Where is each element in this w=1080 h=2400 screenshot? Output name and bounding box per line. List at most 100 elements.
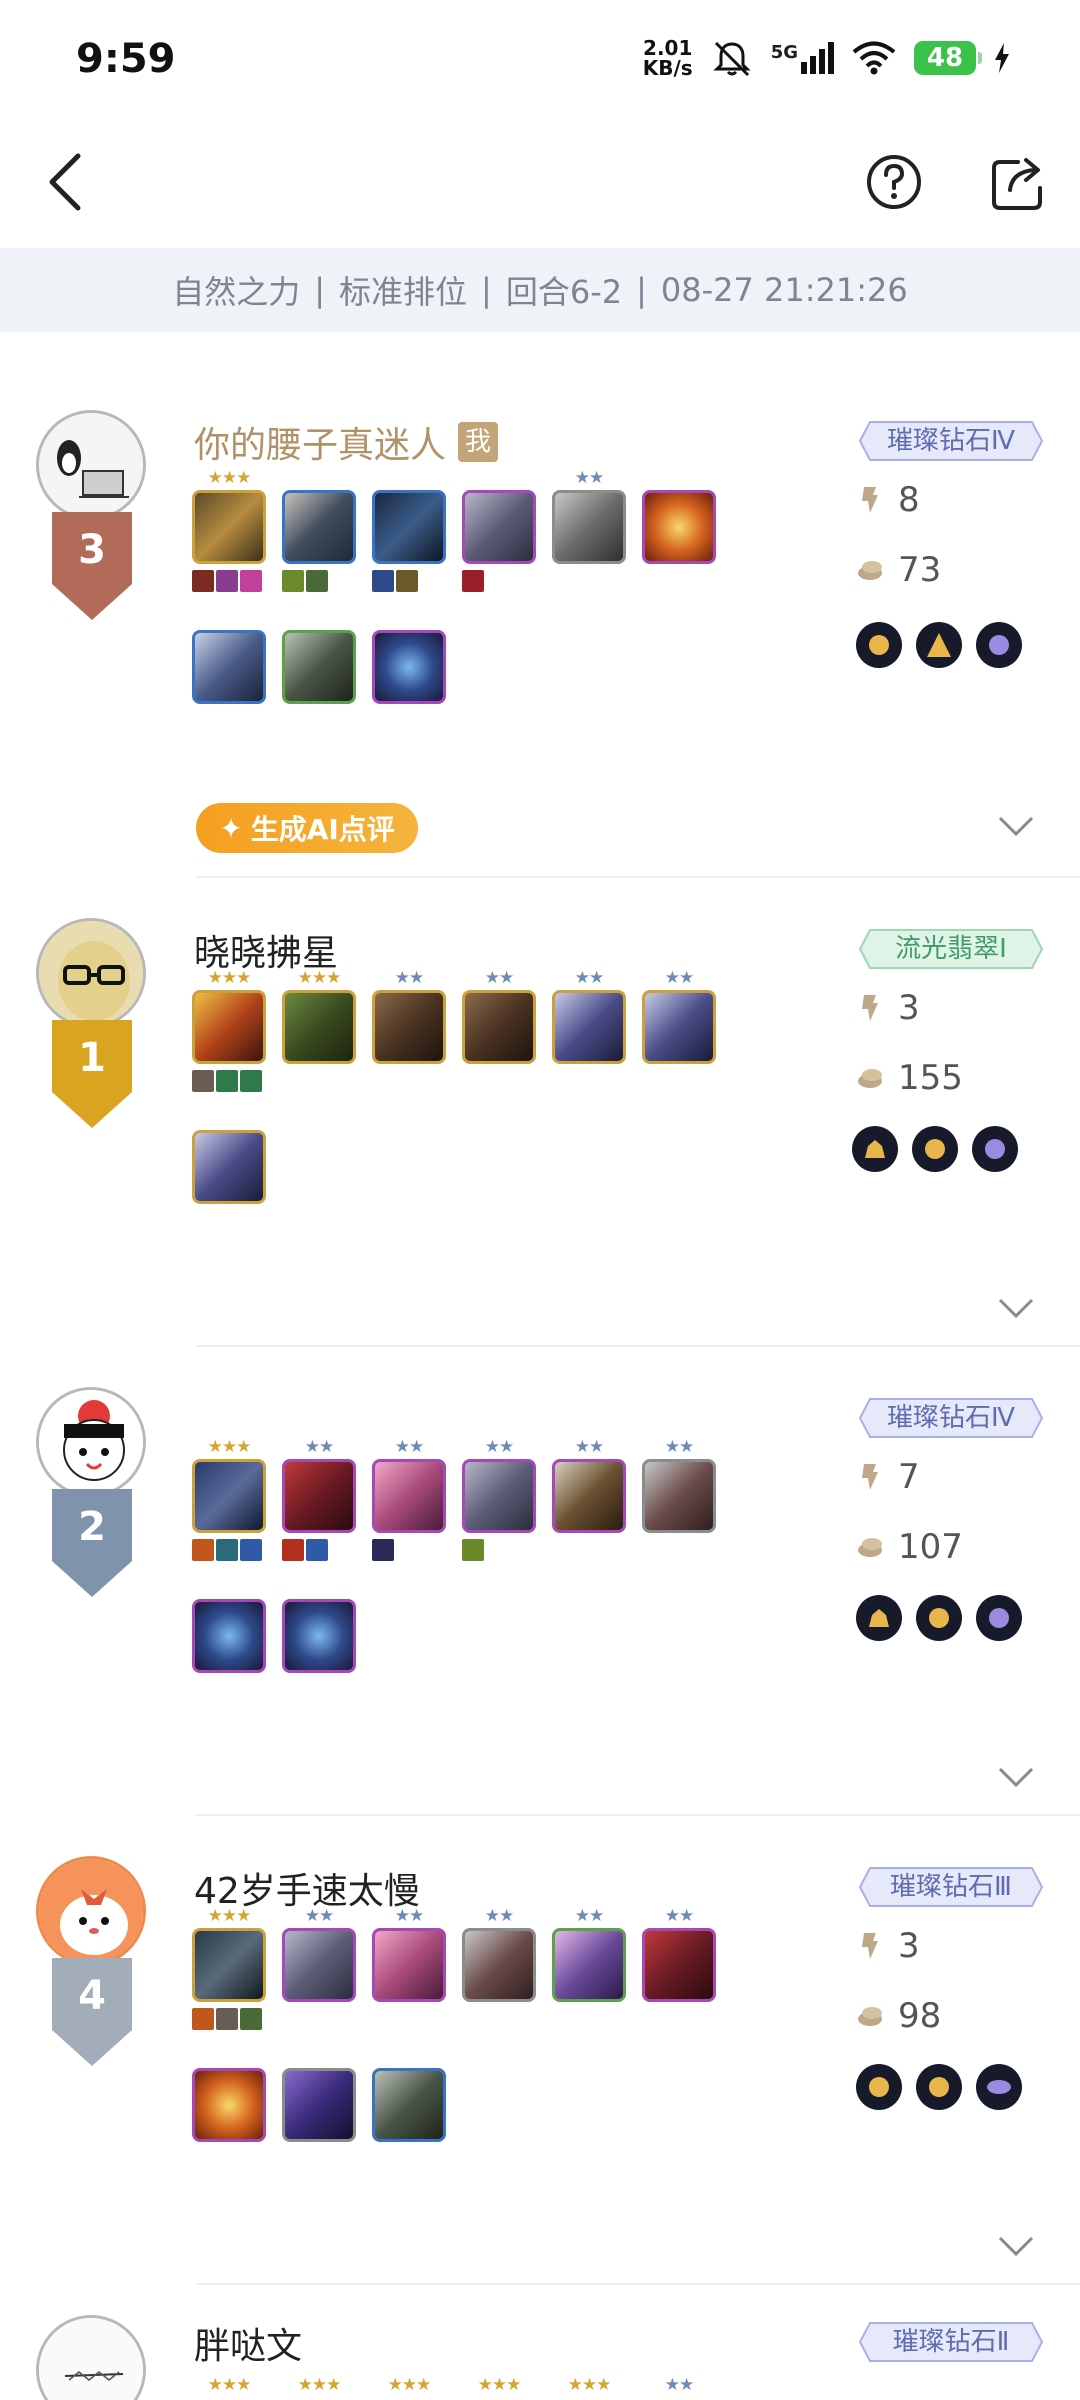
item-icon[interactable] <box>282 1539 304 1561</box>
augment-icon[interactable] <box>852 1126 898 1172</box>
augment-icon[interactable] <box>916 622 962 668</box>
level-value: 3 <box>898 988 920 1028</box>
augment-icon[interactable] <box>912 1126 958 1172</box>
status-bar: 9:59 2.01 KB/s 5G 48 <box>0 0 1080 120</box>
star-level-icon: ★★ <box>574 1906 604 1926</box>
tier-label: 璀璨钻石Ⅱ <box>892 2327 1010 2357</box>
augment-icon[interactable] <box>916 1595 962 1641</box>
item-list <box>462 570 484 592</box>
divider <box>196 876 1080 878</box>
item-icon[interactable] <box>372 570 394 592</box>
item-icon[interactable] <box>306 1539 328 1561</box>
player-card[interactable]: 3 你的腰子真迷人 我 璀璨钻石Ⅳ 8 73 ★★★ ★★ <box>0 372 1080 840</box>
match-time: 08-27 21:21:26 <box>660 271 908 309</box>
item-icon[interactable] <box>282 570 304 592</box>
item-list <box>282 1539 328 1561</box>
gold-stat: 98 <box>856 1996 941 2036</box>
placement-number: 3 <box>78 527 106 573</box>
item-icon[interactable] <box>462 1539 484 1561</box>
level-icon <box>862 995 878 1021</box>
battery-level: 48 <box>926 43 964 73</box>
tier-label: 璀璨钻石Ⅳ <box>887 426 1015 456</box>
network-type: 5G <box>770 42 798 63</box>
augment-icon[interactable] <box>976 1595 1022 1641</box>
ai-review-label: 生成AI点评 <box>250 813 395 846</box>
avatar <box>36 918 146 1028</box>
player-name-row: 你的腰子真迷人 我 <box>194 416 499 468</box>
item-icon[interactable] <box>240 1539 262 1561</box>
help-icon[interactable] <box>864 150 924 214</box>
champion-portrait <box>282 490 356 564</box>
augment-icon[interactable] <box>856 2064 902 2110</box>
item-icon[interactable] <box>462 570 484 592</box>
back-icon[interactable] <box>40 150 100 214</box>
champion-portrait <box>462 1459 536 1533</box>
player-card[interactable]: 2 璀璨钻石Ⅳ 7 107 ★★★ ★★ ★★ ★★ ★★ ★★ <box>0 1349 1080 1817</box>
augments <box>856 2064 1022 2110</box>
avatar <box>36 1387 146 1497</box>
augments <box>856 1595 1022 1641</box>
share-icon[interactable] <box>988 150 1048 214</box>
avatar <box>36 2315 146 2400</box>
augment-icon[interactable] <box>976 2064 1022 2110</box>
item-icon[interactable] <box>240 2008 262 2030</box>
player-name: 你的腰子真迷人 <box>194 425 447 466</box>
champion-portrait <box>372 490 446 564</box>
champion-portrait <box>372 1928 446 2002</box>
item-icon[interactable] <box>216 1070 238 1092</box>
item-icon[interactable] <box>192 2008 214 2030</box>
champion-portrait <box>192 1599 266 1673</box>
chevron-down-icon[interactable] <box>998 2236 1034 2256</box>
item-icon[interactable] <box>240 1070 262 1092</box>
placement-number: 4 <box>78 1973 106 2019</box>
network-speed-unit: KB/s <box>642 56 693 80</box>
augments <box>856 622 1022 668</box>
augment-icon[interactable] <box>972 1126 1018 1172</box>
mute-icon <box>713 41 751 77</box>
ai-review-button[interactable]: ✦ 生成AI点评 <box>196 803 418 853</box>
champion-portrait <box>282 2068 356 2142</box>
item-icon[interactable] <box>216 1539 238 1561</box>
gold-stat: 107 <box>856 1527 963 1567</box>
augment-icon[interactable] <box>976 622 1022 668</box>
item-icon[interactable] <box>216 570 238 592</box>
augment-icon[interactable] <box>916 2064 962 2110</box>
item-list <box>372 1539 394 1561</box>
star-level-icon: ★★ <box>574 468 604 488</box>
star-level-icon: ★★ <box>574 968 604 988</box>
divider <box>196 1345 1080 1347</box>
item-icon[interactable] <box>240 570 262 592</box>
item-icon[interactable] <box>192 570 214 592</box>
chevron-down-icon[interactable] <box>998 816 1034 836</box>
star-level-icon: ★★ <box>394 1906 424 1926</box>
gold-value: 155 <box>898 1058 963 1098</box>
player-card[interactable]: 胖哒文 璀璨钻石Ⅱ ★★★ ★★★ ★★★ ★★★ ★★★ ★★ <box>0 2287 1080 2400</box>
level-icon <box>862 487 878 513</box>
chevron-down-icon[interactable] <box>998 1767 1034 1787</box>
item-icon[interactable] <box>216 2008 238 2030</box>
level-stat: 3 <box>856 988 920 1028</box>
chevron-down-icon[interactable] <box>998 1298 1034 1318</box>
gold-value: 107 <box>898 1527 963 1567</box>
champion-portrait <box>372 630 446 704</box>
tier-badge: 璀璨钻石Ⅳ <box>858 1397 1044 1439</box>
augment-icon[interactable] <box>856 622 902 668</box>
item-list <box>192 1539 262 1561</box>
item-icon[interactable] <box>372 1539 394 1561</box>
champion-portrait <box>282 1928 356 2002</box>
tier-badge: 璀璨钻石Ⅱ <box>858 2321 1044 2363</box>
augment-icon[interactable] <box>856 1595 902 1641</box>
player-card[interactable]: 1 晓晓拂星 流光翡翠Ⅰ 3 155 ★★★ ★★★ ★★ ★★ ★★ ★★ <box>0 880 1080 1348</box>
item-icon[interactable] <box>306 570 328 592</box>
player-card[interactable]: 4 42岁手速太慢 璀璨钻石Ⅲ 3 98 ★★★ ★★ ★★ ★★ ★★ ★★ <box>0 1818 1080 2286</box>
star-level-icon: ★★★ <box>207 1906 252 1926</box>
item-list <box>192 2008 262 2030</box>
nav-bar <box>0 120 1080 248</box>
tier-label: 流光翡翠Ⅰ <box>895 934 1007 964</box>
item-icon[interactable] <box>192 1539 214 1561</box>
champion-portrait <box>642 990 716 1064</box>
item-icon[interactable] <box>396 570 418 592</box>
item-icon[interactable] <box>192 1070 214 1092</box>
augments <box>852 1126 1018 1172</box>
star-level-icon: ★★★ <box>297 2375 342 2395</box>
